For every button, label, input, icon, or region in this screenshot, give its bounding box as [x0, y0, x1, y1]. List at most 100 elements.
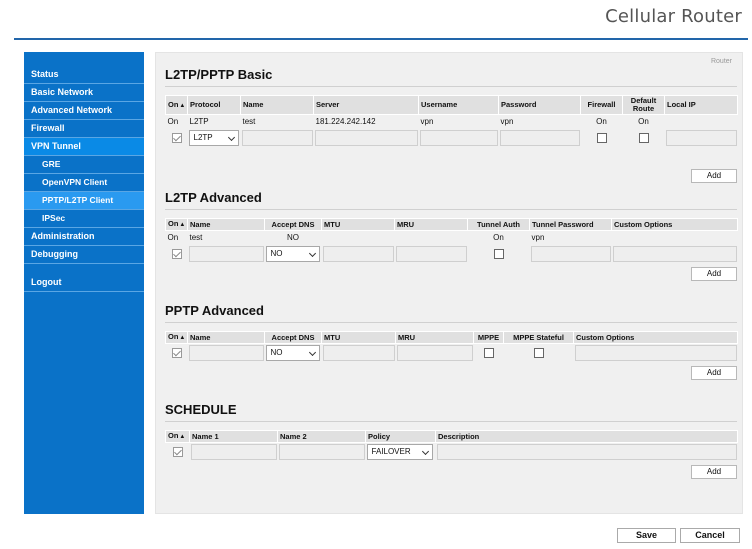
- col-firewall[interactable]: Firewall: [580, 95, 623, 115]
- cell-server: 181.224.242.142: [315, 117, 376, 127]
- col-name-1[interactable]: Name 1: [189, 430, 278, 443]
- col-mru[interactable]: MRU: [394, 218, 468, 231]
- name-1-input[interactable]: [190, 444, 277, 461]
- sidebar-item-advanced-network[interactable]: Advanced Network: [24, 102, 144, 120]
- protocol-select[interactable]: L2TP: [188, 130, 239, 146]
- col-policy[interactable]: Policy: [365, 430, 436, 443]
- col-on[interactable]: On▲: [165, 95, 188, 115]
- col-password[interactable]: Password: [498, 95, 581, 115]
- col-description[interactable]: Description: [435, 430, 738, 443]
- accept-dns-select[interactable]: NO: [265, 345, 320, 362]
- l2tp-table: On▲ Name Accept DNS MTU MRU Tunnel Auth …: [165, 218, 738, 264]
- password-input[interactable]: [499, 130, 580, 146]
- mru-input[interactable]: [396, 345, 473, 362]
- name-input[interactable]: [188, 345, 264, 362]
- sidebar-item-openvpn-client[interactable]: OpenVPN Client: [24, 174, 144, 192]
- firewall-checkbox[interactable]: [596, 133, 607, 143]
- server-input[interactable]: [314, 130, 418, 146]
- col-mtu[interactable]: MTU: [321, 218, 395, 231]
- description-input[interactable]: [436, 444, 737, 461]
- table-row[interactable]: On L2TP test 181.224.242.142 vpn vpn On …: [166, 115, 738, 129]
- sidebar-item-logout[interactable]: Logout: [24, 274, 144, 292]
- l2tp-title: L2TP Advanced: [165, 190, 262, 205]
- on-checkbox[interactable]: [172, 447, 183, 458]
- basic-table: On▲ Protocol Name Server Username Passwo…: [165, 95, 738, 148]
- custom-options-input[interactable]: [574, 345, 737, 362]
- col-name-2[interactable]: Name 2: [277, 430, 366, 443]
- mtu-input[interactable]: [322, 345, 395, 362]
- on-checkbox[interactable]: [171, 249, 182, 259]
- name-input[interactable]: [241, 130, 313, 146]
- on-checkbox[interactable]: [171, 133, 182, 143]
- col-default-route[interactable]: Default Route: [622, 95, 665, 115]
- col-name[interactable]: Name: [240, 95, 314, 115]
- default-route-checkbox[interactable]: [638, 133, 649, 143]
- col-custom-options[interactable]: Custom Options: [611, 218, 738, 231]
- col-accept-dns[interactable]: Accept DNS: [264, 218, 322, 231]
- edit-row: NO: [166, 245, 738, 264]
- col-name[interactable]: Name: [187, 331, 265, 344]
- cell-name: test: [242, 117, 256, 127]
- col-server[interactable]: Server: [313, 95, 419, 115]
- schedule-add-button[interactable]: Add: [691, 465, 737, 479]
- col-accept-dns[interactable]: Accept DNS: [264, 331, 322, 344]
- cell-password: vpn: [500, 117, 514, 127]
- col-tunnel-password[interactable]: Tunnel Password: [529, 218, 612, 231]
- accept-dns-select[interactable]: NO: [265, 246, 320, 262]
- save-button[interactable]: Save: [617, 528, 676, 543]
- col-username[interactable]: Username: [418, 95, 499, 115]
- on-checkbox[interactable]: [171, 348, 182, 359]
- col-tunnel-auth[interactable]: Tunnel Auth: [467, 218, 530, 231]
- sidebar-item-ipsec[interactable]: IPSec: [24, 210, 144, 228]
- pptp-title: PPTP Advanced: [165, 303, 264, 318]
- col-protocol[interactable]: Protocol: [187, 95, 241, 115]
- pptp-add-button[interactable]: Add: [691, 366, 737, 380]
- mppe-checkbox[interactable]: [483, 348, 494, 359]
- col-mtu[interactable]: MTU: [321, 331, 396, 344]
- sidebar-item-pptp-l2tp-client[interactable]: PPTP/L2TP Client: [24, 192, 144, 210]
- mru-input[interactable]: [395, 246, 467, 262]
- sidebar-item-basic-network[interactable]: Basic Network: [24, 84, 144, 102]
- col-on[interactable]: On▲: [165, 218, 188, 231]
- col-mppe[interactable]: MPPE: [473, 331, 504, 344]
- col-mppe-stateful[interactable]: MPPE Stateful: [503, 331, 574, 344]
- col-on[interactable]: On▲: [165, 331, 188, 344]
- edit-row: NO: [166, 344, 738, 363]
- cancel-button[interactable]: Cancel: [680, 528, 740, 543]
- policy-select[interactable]: FAILOVER: [366, 444, 433, 461]
- col-custom-options[interactable]: Custom Options: [573, 331, 738, 344]
- tunnel-password-input[interactable]: [530, 246, 611, 262]
- sidebar-item-status[interactable]: Status: [24, 66, 144, 84]
- table-row[interactable]: On test NO On vpn: [166, 231, 738, 245]
- col-on[interactable]: On▲: [165, 430, 190, 443]
- username-input[interactable]: [419, 130, 498, 146]
- col-local-ip[interactable]: Local IP: [664, 95, 738, 115]
- l2tp-add-button[interactable]: Add: [691, 267, 737, 281]
- custom-options-input[interactable]: [612, 246, 737, 262]
- col-mru[interactable]: MRU: [395, 331, 474, 344]
- sidebar-item-vpn-tunnel[interactable]: VPN Tunnel: [24, 138, 144, 156]
- sort-up-icon: ▲: [179, 434, 186, 440]
- main-content: Router L2TP/PPTP Basic On▲ Protocol Name…: [155, 52, 743, 514]
- name-input[interactable]: [188, 246, 264, 262]
- cell-custom-options: [612, 231, 738, 245]
- basic-add-button[interactable]: Add: [691, 169, 737, 183]
- cell-local-ip: [665, 115, 738, 129]
- brand-title: Cellular Router: [605, 6, 742, 27]
- sidebar-item-firewall[interactable]: Firewall: [24, 120, 144, 138]
- chevron-down-icon: [227, 133, 235, 142]
- sidebar-item-administration[interactable]: Administration: [24, 228, 144, 246]
- l2tp-section: L2TP Advanced On▲ Name Accept DNS MTU MR…: [165, 190, 738, 281]
- sidebar-item-gre[interactable]: GRE: [24, 156, 144, 174]
- name-2-input[interactable]: [278, 444, 365, 461]
- pptp-section: PPTP Advanced On▲ Name Accept DNS MTU MR…: [165, 303, 738, 380]
- router-tag: Router: [710, 58, 732, 65]
- col-name[interactable]: Name: [187, 218, 265, 231]
- local-ip-input[interactable]: [665, 130, 737, 146]
- basic-section: L2TP/PPTP Basic On▲ Protocol Name Server…: [165, 67, 738, 183]
- mppe-stateful-checkbox[interactable]: [533, 348, 544, 359]
- sidebar-item-debugging[interactable]: Debugging: [24, 246, 144, 264]
- mtu-input[interactable]: [322, 246, 394, 262]
- cell-default-route: On: [638, 117, 649, 127]
- tunnel-auth-checkbox[interactable]: [493, 249, 504, 259]
